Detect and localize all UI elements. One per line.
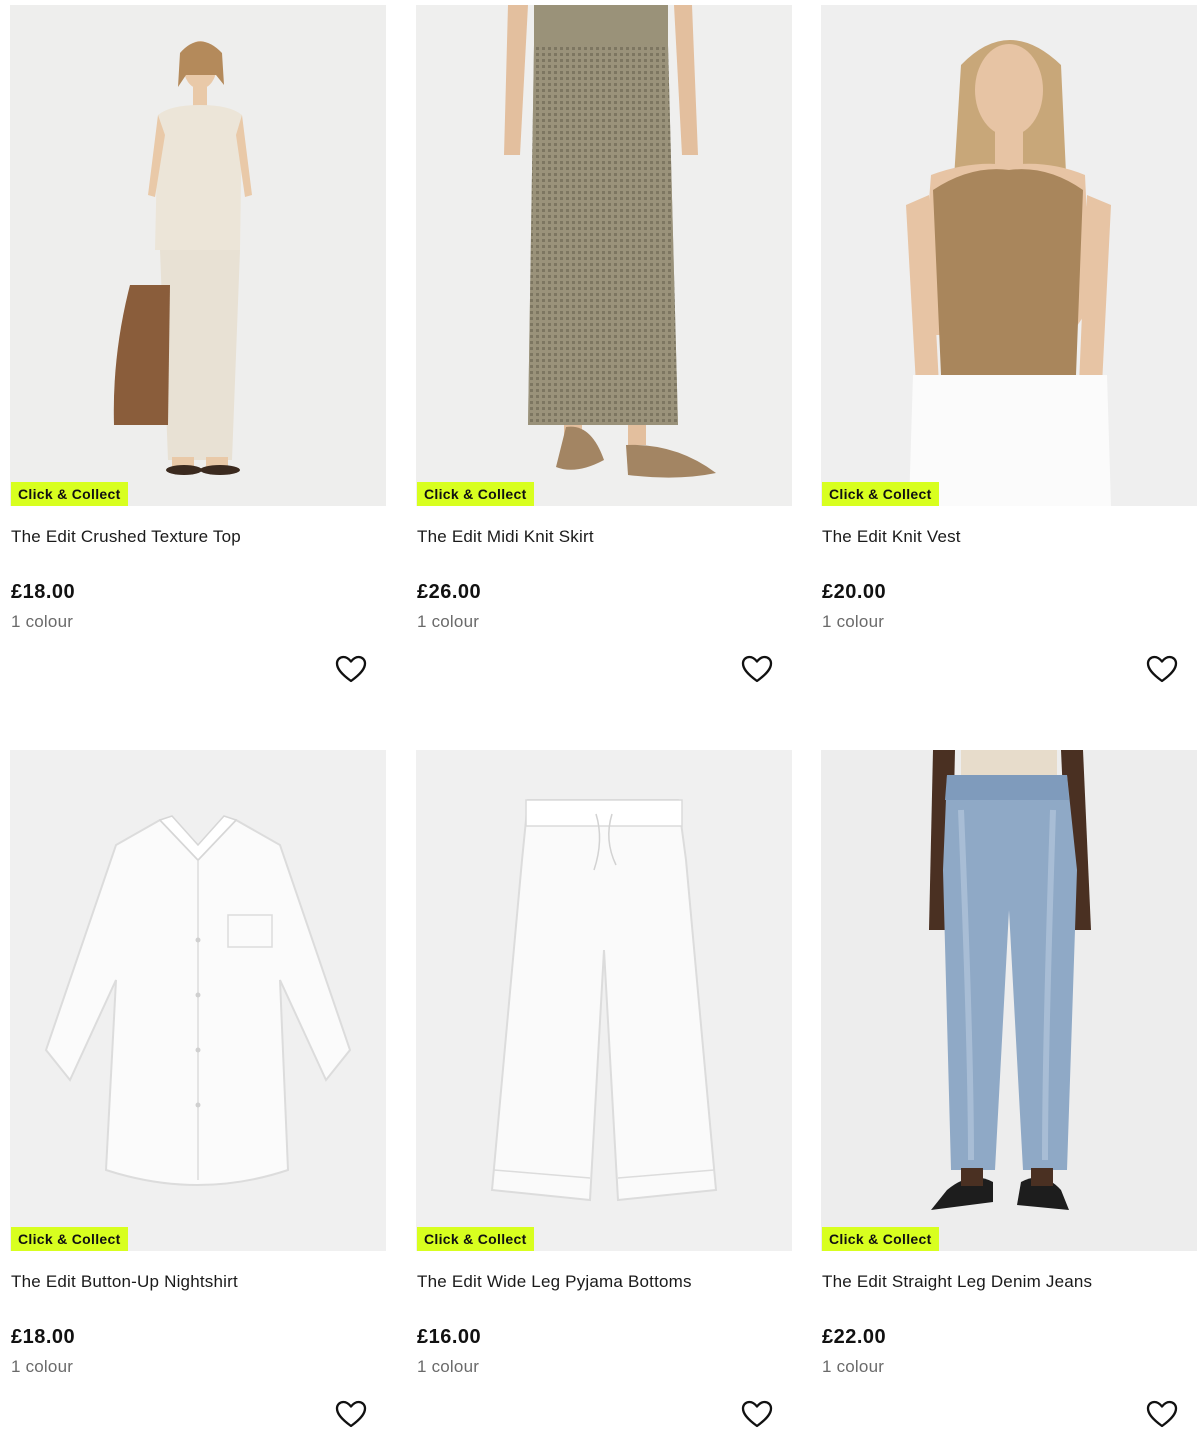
product-price: £26.00 — [417, 581, 482, 603]
product-name[interactable]: The Edit Wide Leg Pyjama Bottoms — [417, 1272, 692, 1292]
product-card[interactable]: Click & Collect The Edit Knit Vest £20.0… — [821, 5, 1197, 735]
product-image[interactable]: Click & Collect — [821, 750, 1197, 1251]
model-denim-jeans-icon — [821, 750, 1197, 1251]
product-image[interactable]: Click & Collect — [416, 750, 792, 1251]
product-name[interactable]: The Edit Button-Up Nightshirt — [11, 1272, 238, 1292]
pyjama-bottoms-icon — [416, 750, 792, 1251]
product-name[interactable]: The Edit Straight Leg Denim Jeans — [822, 1272, 1092, 1292]
model-midi-knit-skirt-icon — [416, 5, 792, 506]
product-price: £16.00 — [417, 1326, 482, 1348]
product-name[interactable]: The Edit Crushed Texture Top — [11, 527, 241, 547]
click-collect-badge: Click & Collect — [11, 1227, 128, 1251]
product-image[interactable]: Click & Collect — [10, 750, 386, 1251]
wishlist-heart-icon[interactable] — [335, 654, 367, 684]
click-collect-badge: Click & Collect — [11, 482, 128, 506]
product-grid: Click & Collect The Edit Crushed Texture… — [0, 0, 1200, 1432]
wishlist-heart-icon[interactable] — [1146, 1399, 1178, 1429]
product-card[interactable]: Click & Collect The Edit Midi Knit Skirt… — [416, 5, 792, 735]
colour-count: 1 colour — [11, 612, 74, 631]
click-collect-badge: Click & Collect — [822, 1227, 939, 1251]
product-price: £20.00 — [822, 581, 887, 603]
wishlist-heart-icon[interactable] — [741, 654, 773, 684]
product-price: £18.00 — [11, 581, 76, 603]
wishlist-heart-icon[interactable] — [741, 1399, 773, 1429]
click-collect-badge: Click & Collect — [822, 482, 939, 506]
product-image[interactable]: Click & Collect — [416, 5, 792, 506]
model-crushed-texture-top-icon — [10, 5, 386, 506]
colour-count: 1 colour — [11, 1357, 74, 1376]
product-name[interactable]: The Edit Knit Vest — [822, 527, 961, 547]
colour-count: 1 colour — [417, 1357, 480, 1376]
product-card[interactable]: Click & Collect The Edit Crushed Texture… — [10, 5, 386, 735]
product-card[interactable]: Click & Collect The Edit Wide Leg Pyjama… — [416, 750, 792, 1432]
click-collect-badge: Click & Collect — [417, 1227, 534, 1251]
product-card[interactable]: Click & Collect The Edit Straight Leg De… — [821, 750, 1197, 1432]
product-name[interactable]: The Edit Midi Knit Skirt — [417, 527, 594, 547]
wishlist-heart-icon[interactable] — [335, 1399, 367, 1429]
colour-count: 1 colour — [822, 612, 885, 631]
colour-count: 1 colour — [822, 1357, 885, 1376]
click-collect-badge: Click & Collect — [417, 482, 534, 506]
product-price: £22.00 — [822, 1326, 887, 1348]
product-image[interactable]: Click & Collect — [10, 5, 386, 506]
model-knit-vest-icon — [821, 5, 1197, 506]
colour-count: 1 colour — [417, 612, 480, 631]
product-image[interactable]: Click & Collect — [821, 5, 1197, 506]
nightshirt-icon — [10, 750, 386, 1251]
product-card[interactable]: Click & Collect The Edit Button-Up Night… — [10, 750, 386, 1432]
wishlist-heart-icon[interactable] — [1146, 654, 1178, 684]
product-price: £18.00 — [11, 1326, 76, 1348]
